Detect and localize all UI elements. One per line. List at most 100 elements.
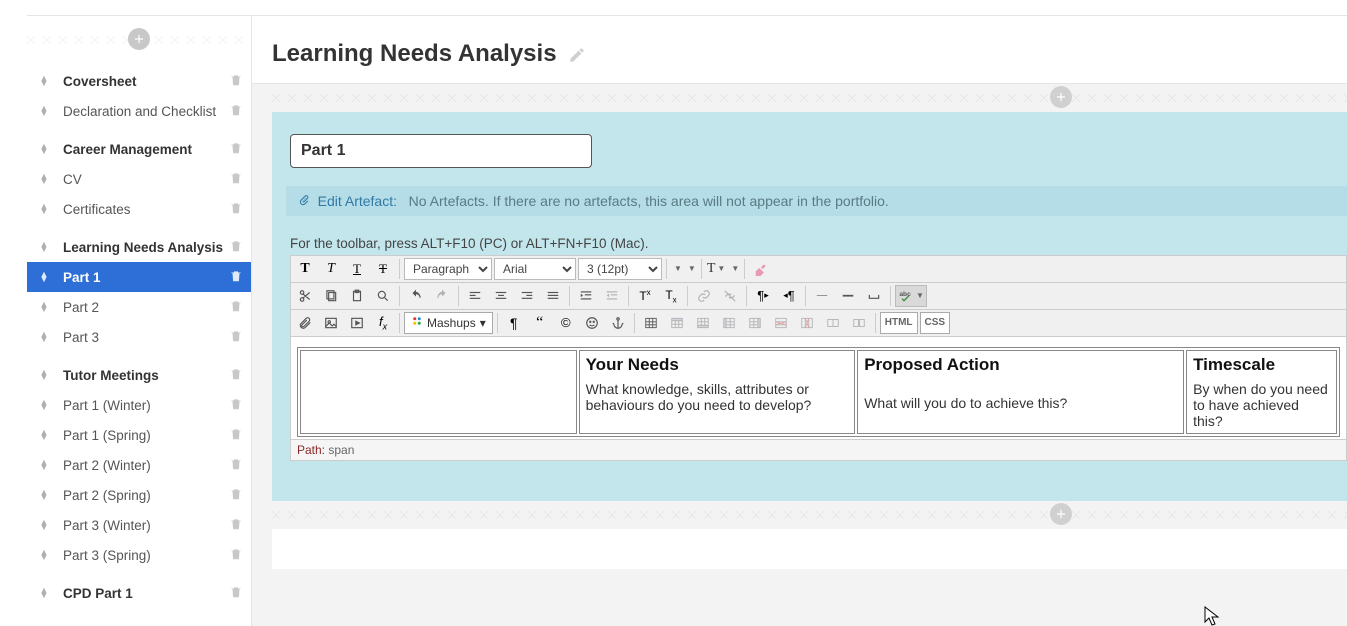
sort-handle-icon[interactable]: ▲▼: [37, 460, 51, 470]
sort-handle-icon[interactable]: ▲▼: [37, 272, 51, 282]
trash-icon[interactable]: [227, 517, 243, 534]
trash-icon[interactable]: [227, 201, 243, 218]
sidebar-item[interactable]: ▲▼Part 1 (Winter): [27, 390, 251, 420]
subscript-button[interactable]: Tx: [659, 285, 683, 307]
sort-handle-icon[interactable]: ▲▼: [37, 430, 51, 440]
sidebar-item[interactable]: ▲▼Part 3: [27, 322, 251, 352]
indent-button[interactable]: [574, 285, 598, 307]
trash-icon[interactable]: [227, 269, 243, 286]
sort-handle-icon[interactable]: ▲▼: [37, 106, 51, 116]
trash-icon[interactable]: [227, 367, 243, 384]
bold-button[interactable]: T: [293, 258, 317, 280]
font-size-select[interactable]: 3 (12pt): [578, 258, 662, 280]
trash-icon[interactable]: [227, 239, 243, 256]
cut-button[interactable]: [293, 285, 317, 307]
sidebar-item[interactable]: ▲▼Part 1: [27, 262, 251, 292]
align-left-button[interactable]: [463, 285, 487, 307]
sort-handle-icon[interactable]: ▲▼: [37, 144, 51, 154]
sidebar-item[interactable]: ▲▼Tutor Meetings: [27, 360, 251, 390]
font-family-select[interactable]: Arial: [494, 258, 576, 280]
trash-icon[interactable]: [227, 103, 243, 120]
html-button[interactable]: HTML: [880, 312, 918, 334]
hr-thick-button[interactable]: [836, 285, 860, 307]
image-button[interactable]: [319, 312, 343, 334]
sort-handle-icon[interactable]: ▲▼: [37, 174, 51, 184]
trash-icon[interactable]: [227, 171, 243, 188]
nbsp-button[interactable]: [862, 285, 886, 307]
table-cell[interactable]: [300, 350, 577, 434]
symbol-button[interactable]: ©: [554, 312, 578, 334]
edit-artefact-link[interactable]: Edit Artefact:: [318, 193, 397, 209]
trash-icon[interactable]: [227, 329, 243, 346]
add-section-button[interactable]: [128, 28, 150, 50]
ltr-button[interactable]: ¶▸: [751, 285, 775, 307]
needs-table[interactable]: Your Needs What knowledge, skills, attri…: [297, 347, 1340, 437]
copy-button[interactable]: [319, 285, 343, 307]
media-button[interactable]: [345, 312, 369, 334]
sidebar-item[interactable]: ▲▼Declaration and Checklist: [27, 96, 251, 126]
sort-handle-icon[interactable]: ▲▼: [37, 302, 51, 312]
formula-button[interactable]: fx: [371, 312, 395, 334]
align-center-button[interactable]: [489, 285, 513, 307]
highlight-color-button[interactable]: ▼: [728, 258, 740, 280]
trash-icon[interactable]: [227, 547, 243, 564]
table-cell[interactable]: Timescale By when do you need to have ac…: [1186, 350, 1337, 434]
part-title-input[interactable]: [290, 134, 592, 168]
table-cell[interactable]: Your Needs What knowledge, skills, attri…: [579, 350, 856, 434]
trash-icon[interactable]: [227, 141, 243, 158]
sort-handle-icon[interactable]: ▲▼: [37, 520, 51, 530]
sidebar-item[interactable]: ▲▼Career Management: [27, 134, 251, 164]
align-right-button[interactable]: [515, 285, 539, 307]
sidebar-item[interactable]: ▲▼Part 3 (Winter): [27, 510, 251, 540]
sort-handle-icon[interactable]: ▲▼: [37, 370, 51, 380]
align-justify-button[interactable]: [541, 285, 565, 307]
add-block-button-bottom[interactable]: [1050, 503, 1072, 525]
editor-content[interactable]: Your Needs What knowledge, skills, attri…: [290, 337, 1347, 440]
sidebar-item[interactable]: ▲▼Part 2: [27, 292, 251, 322]
sort-handle-icon[interactable]: ▲▼: [37, 550, 51, 560]
trash-icon[interactable]: [227, 397, 243, 414]
strike-button[interactable]: T: [371, 258, 395, 280]
blockquote-button[interactable]: “: [528, 312, 552, 334]
sidebar-item[interactable]: ▲▼Part 2 (Spring): [27, 480, 251, 510]
trash-icon[interactable]: [227, 427, 243, 444]
trash-icon[interactable]: [227, 487, 243, 504]
sidebar-item[interactable]: ▲▼Learning Needs Analysis: [27, 232, 251, 262]
trash-icon[interactable]: [227, 299, 243, 316]
insert-table-button[interactable]: [639, 312, 663, 334]
sort-handle-icon[interactable]: ▲▼: [37, 76, 51, 86]
sidebar-item[interactable]: ▲▼CPD Part 1: [27, 578, 251, 608]
sidebar-item[interactable]: ▲▼Certificates: [27, 194, 251, 224]
sidebar-item[interactable]: ▲▼Part 1 (Spring): [27, 420, 251, 450]
sort-handle-icon[interactable]: ▲▼: [37, 490, 51, 500]
attach-file-button[interactable]: [293, 312, 317, 334]
mashups-select[interactable]: Mashups ▾: [404, 312, 493, 334]
text-color-button[interactable]: T▼: [706, 258, 726, 280]
undo-button[interactable]: [404, 285, 428, 307]
anchor-button[interactable]: [606, 312, 630, 334]
clear-formatting-button[interactable]: [749, 258, 773, 280]
find-button[interactable]: [371, 285, 395, 307]
add-block-button-top[interactable]: [1050, 86, 1072, 108]
table-cell[interactable]: Proposed Action What will you do to achi…: [857, 350, 1184, 434]
show-blocks-button[interactable]: ¶: [502, 312, 526, 334]
spellcheck-button[interactable]: abc ▼: [895, 285, 927, 307]
sort-handle-icon[interactable]: ▲▼: [37, 242, 51, 252]
trash-icon[interactable]: [227, 73, 243, 90]
sidebar-item[interactable]: ▲▼Part 2 (Winter): [27, 450, 251, 480]
sort-handle-icon[interactable]: ▲▼: [37, 588, 51, 598]
css-button[interactable]: CSS: [920, 312, 951, 334]
paste-button[interactable]: [345, 285, 369, 307]
bullet-list-button[interactable]: ▼: [671, 258, 683, 280]
sidebar-item[interactable]: ▲▼Coversheet: [27, 66, 251, 96]
italic-button[interactable]: T: [319, 258, 343, 280]
trash-icon[interactable]: [227, 585, 243, 602]
superscript-button[interactable]: Tx: [633, 285, 657, 307]
sort-handle-icon[interactable]: ▲▼: [37, 204, 51, 214]
sidebar-item[interactable]: ▲▼CV: [27, 164, 251, 194]
rtl-button[interactable]: ◂¶: [777, 285, 801, 307]
edit-title-icon[interactable]: [568, 46, 586, 69]
paragraph-format-select[interactable]: Paragraph: [404, 258, 492, 280]
sort-handle-icon[interactable]: ▲▼: [37, 400, 51, 410]
underline-button[interactable]: T: [345, 258, 369, 280]
